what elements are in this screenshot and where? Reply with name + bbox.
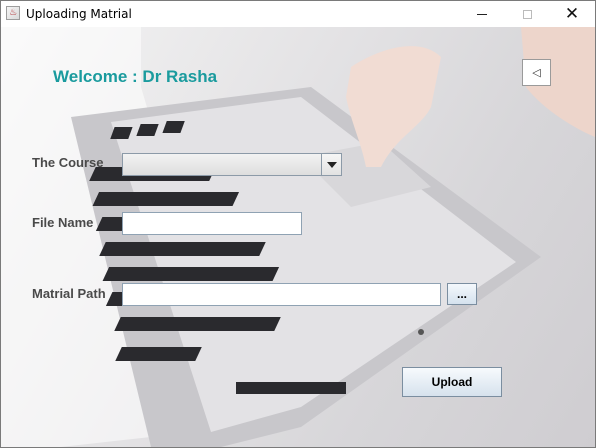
content-pane: Welcome : Dr Rasha ◁ The Course File Nam… [1, 27, 595, 447]
file-name-input[interactable] [122, 212, 302, 235]
minimize-icon [477, 13, 487, 15]
course-dropdown[interactable] [122, 153, 342, 176]
upload-button[interactable]: Upload [402, 367, 502, 397]
minimize-button[interactable] [459, 1, 505, 27]
dropdown-arrow-button[interactable] [321, 154, 341, 175]
maximize-button[interactable] [504, 1, 550, 27]
window-title: Uploading Matrial [26, 7, 132, 21]
back-button[interactable]: ◁ [522, 59, 551, 86]
course-label: The Course [32, 155, 104, 170]
chevron-down-icon [326, 161, 337, 168]
back-triangle-icon: ◁ [532, 66, 541, 79]
browse-button[interactable]: ... [447, 283, 477, 305]
maximize-icon [522, 9, 532, 19]
app-window: ♨ Uploading Matrial ✕ Welcome: Dr Rasha… [0, 0, 596, 448]
close-button[interactable]: ✕ [549, 1, 595, 27]
close-icon: ✕ [564, 3, 580, 24]
material-path-input[interactable] [122, 283, 441, 306]
material-path-label: Matrial Path [32, 286, 106, 301]
java-icon: ♨ [6, 6, 20, 20]
file-name-label: File Name [32, 215, 94, 230]
background-laptop-image [1, 27, 595, 447]
welcome-heading: Welcome : Dr Rasha [53, 67, 218, 86]
title-bar[interactable]: ♨ Uploading Matrial ✕ [1, 1, 595, 28]
